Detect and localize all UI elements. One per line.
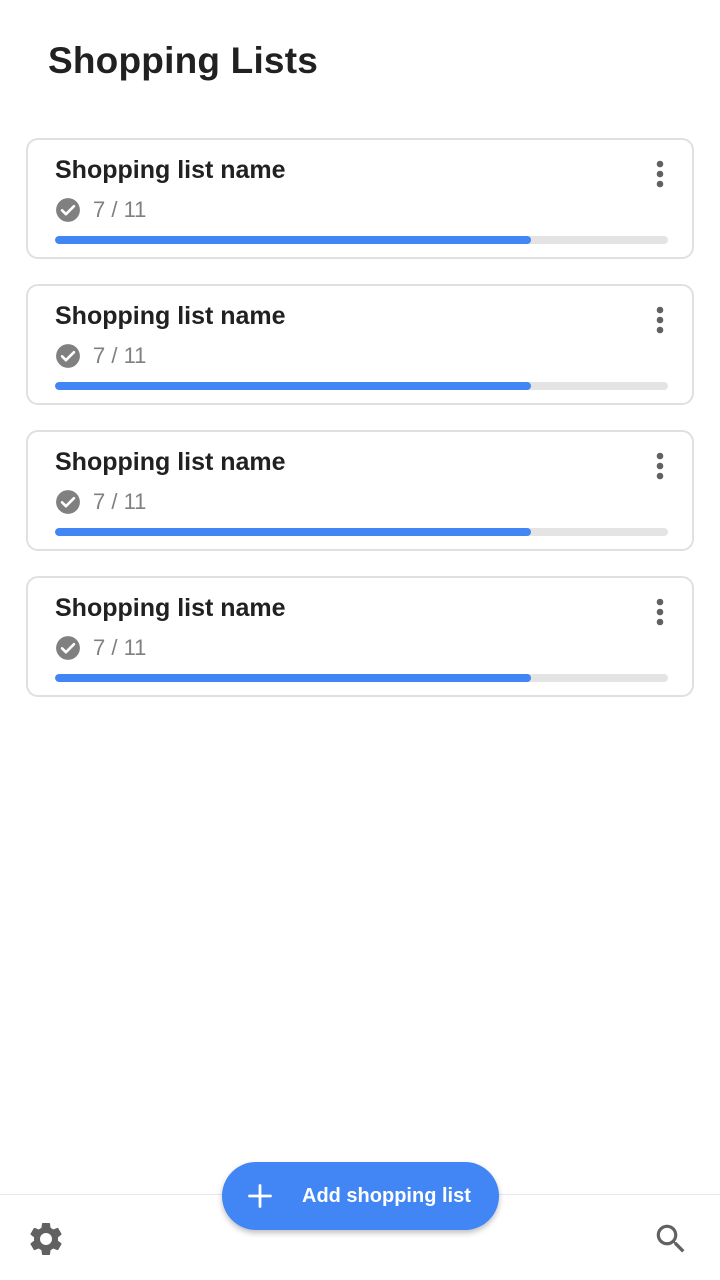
item-count-row: 7 / 11 [55, 196, 146, 224]
shopping-list-card[interactable]: Shopping list name 7 / 11 [26, 138, 694, 259]
shopping-list-card[interactable]: Shopping list name 7 / 11 [26, 284, 694, 405]
more-options-button[interactable] [642, 446, 678, 486]
gear-icon [30, 1223, 62, 1255]
more-options-button[interactable] [642, 592, 678, 632]
settings-button[interactable] [26, 1219, 66, 1259]
shopping-list-name: Shopping list name [55, 594, 286, 622]
item-count: 7 / 11 [93, 343, 147, 368]
more-vert-icon [656, 160, 664, 188]
add-shopping-list-button[interactable]: Add shopping list [222, 1162, 499, 1230]
search-icon [656, 1224, 685, 1253]
more-vert-icon [656, 452, 664, 480]
more-vert-icon [656, 598, 664, 626]
plus-icon [248, 1184, 272, 1208]
shopping-list-name: Shopping list name [55, 302, 286, 330]
shopping-list-name: Shopping list name [55, 156, 286, 184]
shopping-list-list: Shopping list name 7 / 11 Shopping list … [26, 138, 694, 722]
more-options-button[interactable] [642, 154, 678, 194]
progress-bar [55, 674, 668, 682]
more-vert-icon [656, 306, 664, 334]
check-circle-icon [56, 344, 80, 368]
check-circle-icon [56, 636, 80, 660]
progress-fill [55, 382, 531, 390]
progress-fill [55, 674, 531, 682]
item-count-row: 7 / 11 [55, 488, 146, 516]
item-count: 7 / 11 [93, 635, 147, 660]
item-count-row: 7 / 11 [55, 634, 146, 662]
shopping-list-card[interactable]: Shopping list name 7 / 11 [26, 430, 694, 551]
item-count: 7 / 11 [93, 489, 147, 514]
search-button[interactable] [652, 1219, 690, 1259]
progress-bar [55, 528, 668, 536]
more-options-button[interactable] [642, 300, 678, 340]
progress-bar [55, 236, 668, 244]
item-count: 7 / 11 [93, 197, 147, 222]
check-circle-icon [56, 198, 80, 222]
progress-fill [55, 528, 531, 536]
shopping-lists-screen: Shopping Lists Shopping list name 7 / 11 [0, 0, 720, 1280]
shopping-list-name: Shopping list name [55, 448, 286, 476]
item-count-row: 7 / 11 [55, 342, 146, 370]
check-circle-icon [56, 490, 80, 514]
progress-bar [55, 382, 668, 390]
shopping-list-card[interactable]: Shopping list name 7 / 11 [26, 576, 694, 697]
add-shopping-list-label: Add shopping list [302, 1184, 471, 1207]
page-title: Shopping Lists [48, 40, 319, 81]
progress-fill [55, 236, 531, 244]
